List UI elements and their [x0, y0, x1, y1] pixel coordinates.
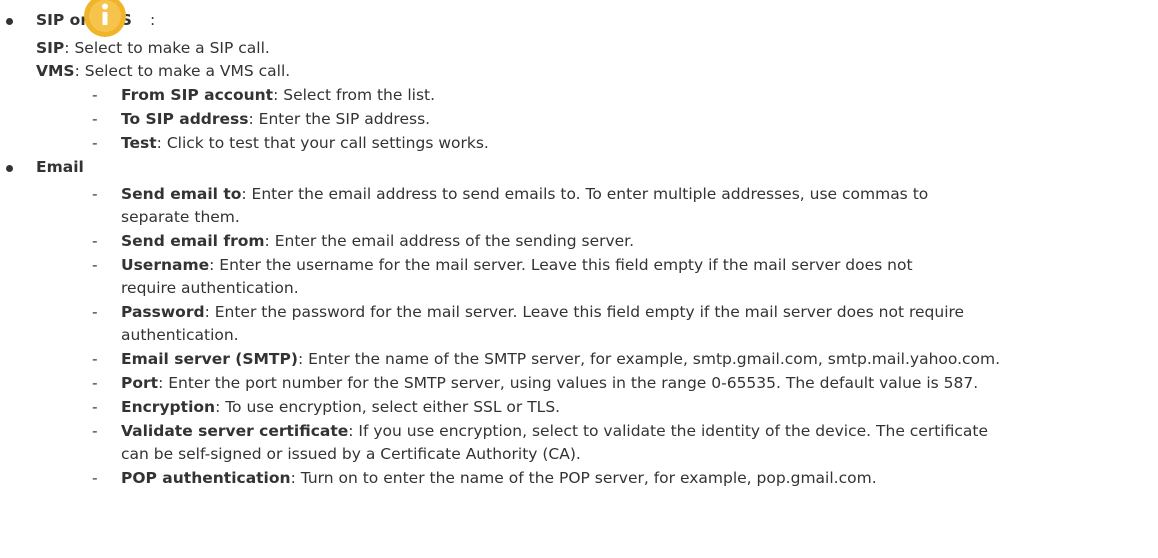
list-item-continuation: can be self-signed or issued by a Certif…	[121, 445, 581, 463]
dash: -	[92, 110, 98, 128]
vms-line: VMS: Select to make a VMS call.	[36, 62, 290, 80]
list-item: Port: Enter the port number for the SMTP…	[121, 374, 979, 392]
dash: -	[92, 374, 98, 392]
dash: -	[92, 256, 98, 274]
list-item: Encryption: To use encryption, select ei…	[121, 398, 561, 416]
list-item: Username: Enter the username for the mai…	[121, 256, 913, 274]
sip-label: SIP	[36, 39, 65, 57]
list-item: Password: Enter the password for the mai…	[121, 303, 965, 321]
list-item: Send email to: Enter the email address t…	[121, 185, 929, 203]
list-item-continuation: separate them.	[121, 208, 240, 226]
vms-text: : Select to make a VMS call.	[74, 62, 291, 80]
list-item: Validate server certificate: If you use …	[121, 422, 988, 440]
email-heading: Email	[36, 158, 84, 176]
list-item: Test: Click to test that your call setti…	[121, 134, 489, 152]
bullet	[6, 165, 13, 172]
dash: -	[92, 232, 98, 250]
sip-line: SIP: Select to make a SIP call.	[36, 39, 270, 57]
dash: -	[92, 469, 98, 487]
dash: -	[92, 422, 98, 440]
list-item-continuation: authentication.	[121, 326, 239, 344]
sip-vms-colon: :	[150, 11, 156, 29]
vms-label: VMS	[36, 62, 75, 80]
dash: -	[92, 185, 98, 203]
list-item: POP authentication: Turn on to enter the…	[121, 469, 877, 487]
info-icon	[84, 0, 126, 37]
list-item-continuation: require authentication.	[121, 279, 299, 297]
dash: -	[92, 303, 98, 321]
sip-text: : Select to make a SIP call.	[64, 39, 270, 57]
list-item: To SIP address: Enter the SIP address.	[121, 110, 431, 128]
email-title: Email	[36, 158, 84, 176]
list-item: Email server (SMTP): Enter the name of t…	[121, 350, 1001, 368]
dash: -	[92, 134, 98, 152]
list-item: From SIP account: Select from the list.	[121, 86, 436, 104]
dash: -	[92, 398, 98, 416]
bullet	[6, 18, 13, 25]
dash: -	[92, 350, 98, 368]
list-item: Send email from: Enter the email address…	[121, 232, 635, 250]
dash: -	[92, 86, 98, 104]
